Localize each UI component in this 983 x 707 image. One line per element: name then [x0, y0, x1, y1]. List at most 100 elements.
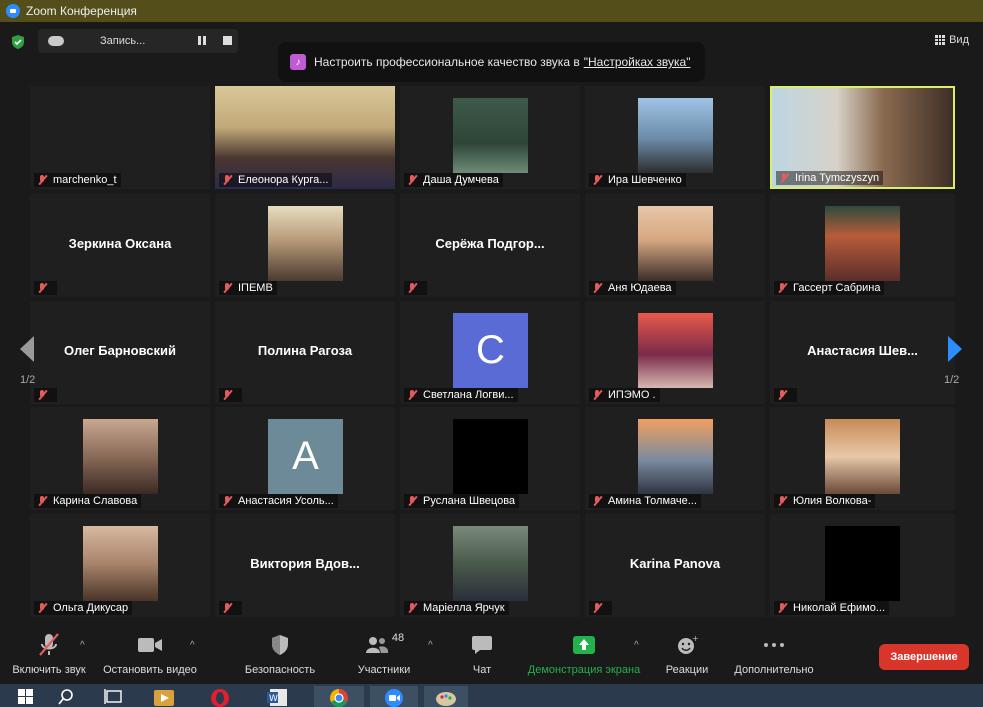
participant-tile[interactable]: Аня Юдаева — [585, 194, 765, 297]
end-meeting-button[interactable]: Завершение — [879, 644, 969, 670]
participant-tile[interactable]: Руслана Швецова — [400, 407, 580, 510]
participant-tile[interactable]: Анастасия Шев... — [770, 301, 955, 404]
participant-tile[interactable]: Ольга Дикусар — [30, 514, 210, 617]
participant-tile[interactable]: marchenko_t — [30, 86, 210, 189]
participant-tile[interactable]: С Светлана Логви... — [400, 301, 580, 404]
video-options-caret-icon[interactable]: ^ — [190, 640, 195, 651]
more-button[interactable]: Дополнительно — [730, 632, 818, 676]
participant-tile[interactable]: Irina Tymczyszyn — [770, 86, 955, 189]
chat-button[interactable]: Чат — [462, 632, 502, 676]
participant-profile-photo — [268, 206, 343, 281]
encryption-shield-icon[interactable] — [10, 34, 26, 50]
participant-name-label: Анастасия Усоль... — [219, 494, 338, 508]
participant-tile[interactable]: Ира Шевченко — [585, 86, 765, 189]
participant-name-large: Виктория Вдов... — [250, 556, 360, 571]
microphone-muted-icon — [221, 602, 233, 614]
participant-name-large: Олег Барновский — [64, 343, 176, 358]
participant-name-label: Амина Толмаче... — [589, 494, 701, 508]
media-player-icon[interactable] — [144, 686, 184, 707]
participant-muted-label — [774, 388, 797, 402]
share-screen-button[interactable]: Демонстрация экрана — [522, 632, 646, 676]
participant-name: Ольга Дикусар — [53, 602, 129, 614]
task-view-icon[interactable] — [94, 686, 134, 707]
participant-tile[interactable]: Юлия Волкова- — [770, 407, 955, 510]
microphone-muted-icon — [406, 602, 418, 614]
chrome-browser-icon[interactable] — [314, 686, 364, 707]
unmute-button[interactable]: Включить звук — [8, 632, 90, 676]
microphone-muted-icon — [406, 495, 418, 507]
participant-profile-photo — [453, 526, 528, 601]
stop-video-button[interactable]: Остановить видео — [100, 632, 200, 676]
search-icon[interactable] — [48, 686, 88, 707]
participant-profile-photo — [83, 419, 158, 494]
participants-options-caret-icon[interactable]: ^ — [428, 640, 433, 651]
participant-name: Марiелла Ярчук — [423, 602, 505, 614]
participant-tile[interactable]: Серёжа Подгор... — [400, 194, 580, 297]
participant-profile-photo — [825, 206, 900, 281]
recording-label: Запись... — [100, 35, 146, 47]
cloud-recording-icon — [48, 36, 64, 46]
opera-browser-icon[interactable] — [200, 686, 240, 707]
participant-name: Николай Ефимо... — [793, 602, 886, 614]
participant-profile-photo — [638, 206, 713, 281]
participant-tile[interactable]: ИПЭМО . — [585, 301, 765, 404]
windows-start-icon[interactable] — [6, 686, 46, 707]
microphone-muted-icon — [776, 389, 788, 401]
microphone-muted-icon — [591, 602, 603, 614]
reactions-smiley-icon: + — [678, 634, 698, 654]
security-shield-icon — [272, 635, 288, 655]
participant-name-label: Ольга Дикусар — [34, 601, 133, 615]
participant-name-label: Гассерт Сабрина — [774, 281, 885, 295]
participant-name: Руслана Швецова — [423, 495, 516, 507]
svg-text:W: W — [269, 694, 278, 704]
participant-tile[interactable]: Николай Ефимо... — [770, 514, 955, 617]
participant-tile[interactable]: Елеонора Курга... — [215, 86, 395, 189]
participant-tile[interactable]: Марiелла Ярчук — [400, 514, 580, 617]
participant-tile[interactable]: Амина Толмаче... — [585, 407, 765, 510]
microphone-muted-icon — [221, 174, 233, 186]
participant-tile[interactable]: Даша Думчева — [400, 86, 580, 189]
zoom-app-icon[interactable] — [370, 686, 418, 707]
share-screen-label: Демонстрация экрана — [527, 664, 641, 676]
more-label: Дополнительно — [734, 664, 814, 676]
participant-muted-label — [219, 388, 242, 402]
participant-tile[interactable]: A Анастасия Усоль... — [215, 407, 395, 510]
reactions-label: Реакции — [665, 664, 709, 676]
participant-tile[interactable]: Виктория Вдов... — [215, 514, 395, 617]
stop-recording-icon[interactable] — [223, 36, 232, 45]
zoom-logo-icon — [6, 4, 20, 18]
security-button[interactable]: Безопасность — [240, 632, 320, 676]
view-button[interactable]: Вид — [935, 34, 969, 46]
participant-name-label: Елеонора Курга... — [219, 173, 333, 187]
audio-settings-link[interactable]: "Настройках звука" — [584, 55, 691, 69]
word-icon[interactable]: W — [258, 686, 298, 707]
reactions-button[interactable]: + Реакции — [660, 632, 714, 676]
participant-tile[interactable]: Олег Барновский — [30, 301, 210, 404]
participant-blank-photo — [825, 526, 900, 601]
participant-tile[interactable]: Зеркина Оксана — [30, 194, 210, 297]
participants-button[interactable]: 48 Участники — [350, 632, 418, 676]
view-label: Вид — [949, 34, 969, 46]
participant-tile[interactable]: Karina Panova — [585, 514, 765, 617]
page-indicator-left: 1/2 — [20, 374, 36, 386]
participant-tile[interactable]: Карина Славова — [30, 407, 210, 510]
microphone-muted-icon — [36, 389, 48, 401]
participant-profile-photo — [83, 526, 158, 601]
previous-page-arrow-icon[interactable] — [12, 324, 42, 374]
participant-profile-photo — [638, 419, 713, 494]
participant-name: Даша Думчева — [423, 174, 499, 186]
participant-name: ИПЭМО . — [608, 389, 656, 401]
paint-app-icon[interactable] — [424, 686, 468, 707]
participant-tile[interactable]: IПЕМВ — [215, 194, 395, 297]
audio-options-caret-icon[interactable]: ^ — [80, 640, 85, 651]
participant-name-large: Karina Panova — [629, 556, 721, 571]
share-options-caret-icon[interactable]: ^ — [634, 640, 639, 651]
participants-label: Участники — [357, 664, 411, 676]
participant-tile[interactable]: Гассерт Сабрина — [770, 194, 955, 297]
participant-tile[interactable]: Полина Рагоза — [215, 301, 395, 404]
page-indicator-right: 1/2 — [944, 374, 960, 386]
pause-recording-icon[interactable] — [198, 36, 206, 45]
participant-name-label: Irina Tymczyszyn — [776, 171, 884, 185]
participant-name: Светлана Логви... — [423, 389, 514, 401]
next-page-arrow-icon[interactable] — [940, 324, 970, 374]
